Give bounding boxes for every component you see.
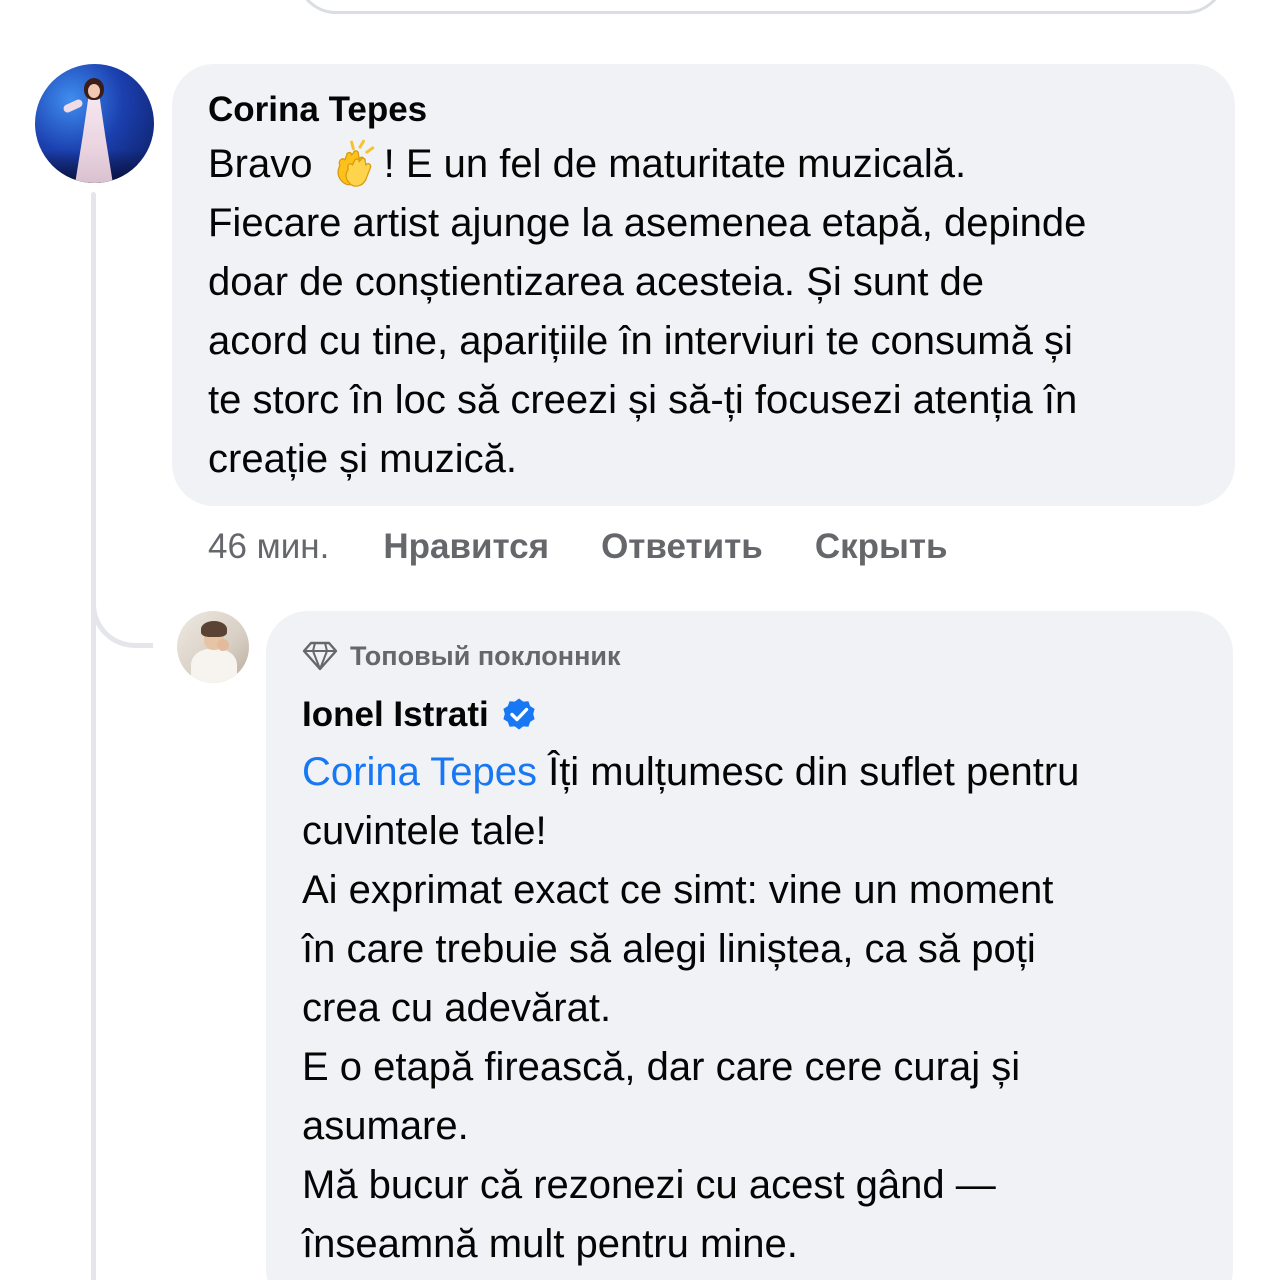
clapping-hands-icon xyxy=(337,139,374,187)
avatar[interactable] xyxy=(35,64,154,183)
comment-author-name[interactable]: Corina Tepes xyxy=(208,90,1199,130)
badge-label: Топовый поклонник xyxy=(350,640,621,671)
thread-connector-line xyxy=(91,192,96,1280)
comment-bubble: Corina Tepes Bravo ! E un fel de maturit… xyxy=(172,64,1235,506)
comment-timestamp[interactable]: 46 мин. xyxy=(208,527,329,567)
verified-badge-icon xyxy=(503,698,535,730)
mention-link[interactable]: Corina Tepes xyxy=(302,750,537,794)
comment-text: Bravo ! E un fel de maturitate muzicală.… xyxy=(208,135,1199,489)
reply-author: Ionel Istrati xyxy=(302,695,1197,735)
like-button[interactable]: Нравится xyxy=(383,527,549,567)
reply-bubble: Топовый поклонник Ionel Istrati Corina T… xyxy=(266,611,1233,1280)
thread-reply-connector xyxy=(91,560,153,648)
reply-button[interactable]: Ответить xyxy=(601,527,763,567)
avatar[interactable] xyxy=(177,611,249,683)
diamond-icon xyxy=(302,641,338,671)
comment-actions: 46 мин. Нравится Ответить Скрыть xyxy=(208,522,1000,572)
comment-thread: Corina Tepes Bravo ! E un fel de maturit… xyxy=(0,0,1271,1280)
reply-author-name[interactable]: Ionel Istrati xyxy=(302,695,489,735)
top-fan-badge: Топовый поклонник xyxy=(302,639,1197,673)
reply-text: Corina Tepes Îți mulțumesc din suflet pe… xyxy=(302,750,1080,1266)
previous-comment-bubble xyxy=(296,0,1226,14)
hide-button[interactable]: Скрыть xyxy=(815,527,948,567)
